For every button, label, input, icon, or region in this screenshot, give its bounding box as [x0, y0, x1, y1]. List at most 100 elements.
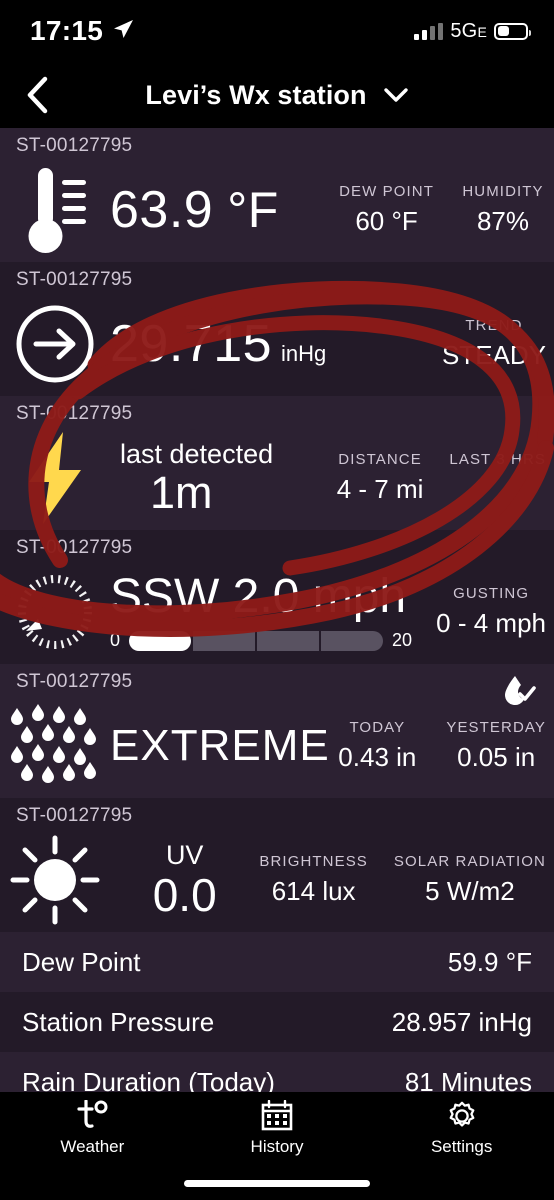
status-time: 17:15: [30, 15, 104, 46]
back-button[interactable]: [14, 72, 60, 118]
station-id: ST-00127795: [16, 537, 133, 558]
signal-bars-icon: [414, 22, 444, 40]
page-title: Levi’s Wx station: [145, 79, 367, 110]
lightning-reading: last detected 1m: [110, 438, 337, 519]
card-rain[interactable]: ST-00127795 EXTREME TODAY 0.43 in YESTER…: [0, 664, 554, 798]
rain-reading: EXTREME: [110, 721, 334, 771]
stat-value: 0.43 in: [338, 742, 417, 772]
tab-weather[interactable]: Weather: [0, 1100, 185, 1157]
station-id: ST-00127795: [16, 403, 133, 424]
lightning-value: 1m: [150, 467, 213, 519]
chevron-down-icon: [383, 88, 408, 102]
station-id: ST-00127795: [16, 805, 133, 826]
stat-label: TODAY: [349, 719, 406, 736]
lightning-sub-label: last detected: [120, 438, 274, 469]
card-pressure[interactable]: ST-00127795 29.715 inHg TREND STEADY: [0, 262, 554, 396]
slider-track[interactable]: [129, 630, 384, 651]
temperature-t-degree-icon: [77, 1100, 108, 1128]
slider-segment: [193, 630, 256, 651]
list-item[interactable]: Dew Point 59.9 °F: [0, 932, 554, 992]
uv-reading: UV 0.0: [110, 840, 259, 919]
stat-label: BRIGHTNESS: [259, 853, 368, 870]
stat-distance: DISTANCE 4 - 7 mi: [337, 451, 424, 505]
wind-reading: SSW 2.0 mph 0 20: [110, 573, 436, 651]
temperature-reading: 63.9 °F: [110, 184, 339, 236]
uv-value: 0.0: [152, 869, 217, 922]
stat-label: TREND: [465, 317, 523, 334]
slider-segment: [257, 630, 320, 651]
slider-segment: [321, 630, 384, 651]
battery-icon: [494, 22, 531, 40]
stat-dew-point: DEW POINT 60 °F: [339, 183, 434, 237]
pressure-unit: inHg: [281, 341, 327, 366]
wind-compass-icon: [0, 569, 110, 655]
chevron-left-icon: [27, 76, 48, 114]
stat-label: SOLAR RADIATION: [393, 853, 546, 870]
stat-yesterday: YESTERDAY 0.05 in: [446, 719, 546, 773]
calendar-icon: [261, 1100, 293, 1131]
stat-label: LAST 3 HRS: [449, 451, 546, 468]
uv-label: UV: [165, 840, 204, 871]
stat-value: STEADY: [441, 340, 546, 370]
stat-humidity: HUMIDITY 87%: [460, 183, 546, 237]
lightning-bolt-icon: [0, 430, 110, 526]
thermometer-icon: [0, 164, 110, 256]
station-id: ST-00127795: [16, 135, 133, 156]
station-selector[interactable]: Levi’s Wx station: [145, 80, 408, 111]
card-wind[interactable]: ST-00127795 SSW 2.0 mph 0 20 GUSTING 0 -…: [0, 530, 554, 664]
slider-max-label: 20: [392, 630, 413, 650]
stat-value: 0 - 4 mph: [436, 608, 546, 638]
temperature-value: 63.9: [110, 181, 214, 239]
gear-icon: [449, 1101, 475, 1127]
stat-label: HUMIDITY: [462, 183, 544, 200]
tab-settings[interactable]: Settings: [369, 1100, 554, 1157]
arrow-right-circle-icon: [0, 303, 110, 385]
stat-gusting: GUSTING 0 - 4 mph: [436, 585, 546, 639]
network-label: 5GE: [450, 19, 487, 42]
home-indicator[interactable]: [184, 1180, 370, 1187]
tab-history[interactable]: History: [185, 1100, 370, 1157]
pressure-value: 29.715: [110, 315, 273, 373]
row-label: Station Pressure: [22, 1006, 215, 1037]
stat-brightness: BRIGHTNESS 614 lux: [259, 853, 368, 907]
stat-trend: TREND STEADY: [442, 317, 546, 371]
stat-value: 614 lux: [271, 876, 356, 906]
location-arrow-icon: [112, 18, 134, 45]
tab-bar: Weather History Settings: [0, 1092, 554, 1200]
stat-today: TODAY 0.43 in: [334, 719, 420, 773]
observation-cards: ST-00127795 63.9 °F DEW POINT 60 °F HUMI…: [0, 128, 554, 932]
wind-value: SSW 2.0 mph: [110, 570, 407, 623]
stat-value: 87%: [476, 206, 530, 236]
stat-label: DISTANCE: [338, 451, 422, 468]
card-temperature[interactable]: ST-00127795 63.9 °F DEW POINT 60 °F HUMI…: [0, 128, 554, 262]
stat-value: 4 - 7 mi: [336, 474, 424, 504]
station-id: ST-00127795: [16, 671, 133, 692]
station-id: ST-00127795: [16, 269, 133, 290]
stat-value: 60 °F: [355, 206, 418, 236]
nav-bar: Levi’s Wx station: [0, 62, 554, 128]
row-value: 59.9 °F: [447, 946, 532, 977]
stat-label: YESTERDAY: [446, 719, 546, 736]
sun-icon: [0, 834, 110, 926]
row-value: 28.957 inHg: [391, 1006, 532, 1037]
wind-speed-slider[interactable]: 0 20: [110, 630, 436, 651]
rain-intensity-value: EXTREME: [110, 721, 330, 770]
status-bar: 17:15 5GE: [0, 0, 554, 62]
card-uv[interactable]: ST-00127795 UV 0.0 BRIGHTNESS 614 lux SO…: [0, 798, 554, 932]
raindrops-icon: [0, 704, 110, 788]
tab-label: Settings: [430, 1137, 493, 1156]
temperature-unit: °F: [227, 182, 279, 238]
slider-min-label: 0: [110, 630, 121, 650]
status-bar-right: 5GE: [414, 19, 531, 43]
stat-value: 0.05 in: [457, 742, 536, 772]
card-lightning[interactable]: ST-00127795 last detected 1m DISTANCE 4 …: [0, 396, 554, 530]
stat-label: DEW POINT: [339, 183, 434, 200]
list-item[interactable]: Station Pressure 28.957 inHg: [0, 992, 554, 1052]
pressure-reading: 29.715 inHg: [110, 318, 442, 370]
stat-last-3-hrs: LAST 3 HRS: [449, 451, 546, 474]
slider-segment: [129, 630, 192, 651]
app-screen: 17:15 5GE Levi’s Wx station ST-00127795: [0, 0, 554, 1200]
tab-label: History: [250, 1137, 304, 1156]
status-bar-left: 17:15: [30, 15, 134, 47]
row-label: Dew Point: [22, 946, 141, 977]
